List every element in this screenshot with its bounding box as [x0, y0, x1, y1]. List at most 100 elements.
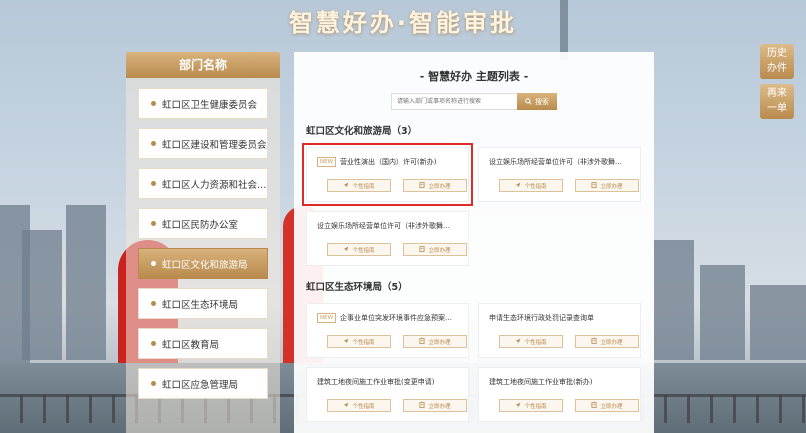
department-item[interactable]: 虹口区应急管理局: [138, 368, 268, 399]
service-card-grid: NEW 营业性演出（国内）许可(新办) 个性指南 立即办理 设立娱乐场所经营单位许可（非…: [302, 143, 642, 266]
paper-plane-icon: [515, 338, 521, 346]
service-card-title[interactable]: NEW 企事业单位突发环境事件应急预案…: [317, 313, 463, 323]
service-card-actions: 个性指南 立即办理: [317, 335, 468, 348]
history-button-line1: 历史: [767, 48, 787, 59]
guide-button[interactable]: 个性指南: [327, 335, 391, 348]
service-card-actions: 个性指南 立即办理: [317, 399, 468, 412]
guide-button[interactable]: 个性指南: [327, 399, 391, 412]
page-title: 智慧好办·智能审批: [288, 9, 518, 37]
guide-button[interactable]: 个性指南: [499, 399, 563, 412]
apply-button[interactable]: 立即办理: [403, 399, 467, 412]
paper-plane-icon: [515, 402, 521, 410]
department-item[interactable]: 虹口区卫生健康委员会: [138, 88, 268, 119]
department-item-label: 虹口区建设和管理委员会: [162, 139, 267, 151]
service-card-title[interactable]: 设立娱乐场所经营单位许可（非涉外歌舞…: [489, 157, 635, 167]
apply-button-label: 立即办理: [428, 403, 451, 410]
service-card: 建筑工地夜间施工作业审批(变更申请) 个性指南 立即办理: [306, 367, 469, 422]
service-card-actions: 个性指南 立即办理: [489, 179, 640, 192]
service-card: 设立娱乐场所经营单位许可（非涉外歌舞… 个性指南 立即办理: [306, 211, 469, 266]
department-item[interactable]: 虹口区教育局: [138, 328, 268, 359]
paper-plane-icon: [343, 246, 349, 254]
service-name: 营业性演出（国内）许可(新办): [340, 158, 437, 166]
document-icon: [591, 401, 598, 410]
service-card-title[interactable]: NEW 营业性演出（国内）许可(新办): [317, 157, 463, 167]
guide-button-label: 个性指南: [524, 183, 547, 190]
guide-button[interactable]: 个性指南: [499, 335, 563, 348]
department-item-label: 虹口区人力资源和社会…: [162, 179, 267, 191]
sections-container: 虹口区文化和旅游局（3） NEW 营业性演出（国内）许可(新办) 个性指南 立即办理 设立…: [302, 123, 642, 422]
document-icon: [419, 245, 426, 254]
apply-button[interactable]: 立即办理: [575, 399, 639, 412]
apply-button-label: 立即办理: [600, 403, 623, 410]
search-button-label: 搜索: [535, 98, 549, 106]
department-item-label: 虹口区教育局: [162, 339, 220, 351]
history-button[interactable]: 历史 办件: [760, 44, 794, 79]
service-card-actions: 个性指南 立即办理: [489, 399, 640, 412]
document-icon: [419, 181, 426, 190]
service-name: 设立娱乐场所经营单位许可（非涉外歌舞…: [317, 222, 450, 230]
bullet-dot-icon: [151, 381, 156, 386]
paper-plane-icon: [515, 182, 521, 190]
service-card: 建筑工地夜间施工作业审批(新办) 个性指南 立即办理: [478, 367, 641, 422]
paper-plane-icon: [343, 338, 349, 346]
service-card-title[interactable]: 建筑工地夜间施工作业审批(新办): [489, 377, 635, 387]
apply-button-label: 立即办理: [600, 339, 623, 346]
service-card-actions: 个性指南 立即办理: [317, 179, 468, 192]
topic-list-title: - 智慧好办 主题列表 -: [419, 70, 529, 83]
service-card-title[interactable]: 设立娱乐场所经营单位许可（非涉外歌舞…: [317, 221, 463, 231]
guide-button[interactable]: 个性指南: [327, 179, 391, 192]
guide-button-label: 个性指南: [524, 339, 547, 346]
apply-button[interactable]: 立即办理: [403, 335, 467, 348]
reorder-button[interactable]: 再来 一单: [760, 84, 794, 119]
bg-building: [700, 265, 745, 360]
guide-button-label: 个性指南: [352, 183, 375, 190]
new-badge: NEW: [317, 313, 337, 323]
service-card: 设立娱乐场所经营单位许可（非涉外歌舞… 个性指南 立即办理: [478, 147, 641, 202]
search-bar: 搜索: [306, 93, 642, 110]
department-item[interactable]: 虹口区民防办公室: [138, 208, 268, 239]
apply-button[interactable]: 立即办理: [403, 243, 467, 256]
section-title: 虹口区生态环境局（5）: [306, 282, 408, 293]
service-name: 申请生态环境行政处罚记录查询单: [489, 314, 594, 322]
department-item[interactable]: 虹口区建设和管理委员会: [138, 128, 268, 159]
service-card-title[interactable]: 申请生态环境行政处罚记录查询单: [489, 313, 635, 323]
guide-button[interactable]: 个性指南: [499, 179, 563, 192]
bullet-dot-icon: [151, 341, 156, 346]
service-name: 建筑工地夜间施工作业审批(新办): [489, 378, 593, 386]
service-card-title[interactable]: 建筑工地夜间施工作业审批(变更申请): [317, 377, 463, 387]
bullet-dot-icon: [151, 301, 156, 306]
history-button-line2: 办件: [767, 63, 787, 74]
document-icon: [591, 337, 598, 346]
department-panel-header: 部门名称: [126, 52, 280, 78]
bg-building: [22, 230, 62, 360]
department-item-label: 虹口区民防办公室: [162, 219, 239, 231]
bg-building: [66, 205, 106, 360]
guide-button-label: 个性指南: [352, 247, 375, 254]
reorder-button-line1: 再来: [767, 88, 787, 99]
apply-button[interactable]: 立即办理: [575, 179, 639, 192]
search-button[interactable]: 搜索: [517, 93, 557, 110]
bullet-dot-icon: [151, 221, 156, 226]
apply-button-label: 立即办理: [428, 339, 451, 346]
department-item[interactable]: 虹口区生态环境局: [138, 288, 268, 319]
department-item-label: 虹口区卫生健康委员会: [162, 99, 258, 111]
bullet-dot-icon: [151, 101, 156, 106]
service-name: 建筑工地夜间施工作业审批(变更申请): [317, 378, 435, 386]
service-name: 企事业单位突发环境事件应急预案…: [340, 314, 453, 322]
apply-button[interactable]: 立即办理: [403, 179, 467, 192]
department-item[interactable]: 虹口区文化和旅游局: [138, 248, 268, 279]
department-item[interactable]: 虹口区人力资源和社会…: [138, 168, 268, 199]
bullet-dot-icon: [151, 181, 156, 186]
apply-button-label: 立即办理: [428, 183, 451, 190]
bg-building: [654, 240, 694, 360]
service-card: 申请生态环境行政处罚记录查询单个性指南 立即办理: [478, 303, 641, 358]
guide-button-label: 个性指南: [524, 403, 547, 410]
department-item-label: 虹口区应急管理局: [162, 379, 239, 391]
guide-button[interactable]: 个性指南: [327, 243, 391, 256]
service-card-actions: 个性指南 立即办理: [489, 335, 640, 348]
apply-button[interactable]: 立即办理: [575, 335, 639, 348]
search-input[interactable]: [391, 93, 517, 110]
paper-plane-icon: [343, 402, 349, 410]
document-icon: [419, 337, 426, 346]
service-card-grid: NEW 企事业单位突发环境事件应急预案… 个性指南 立即办理 申请生态环境行政处罚记录查…: [306, 303, 642, 422]
